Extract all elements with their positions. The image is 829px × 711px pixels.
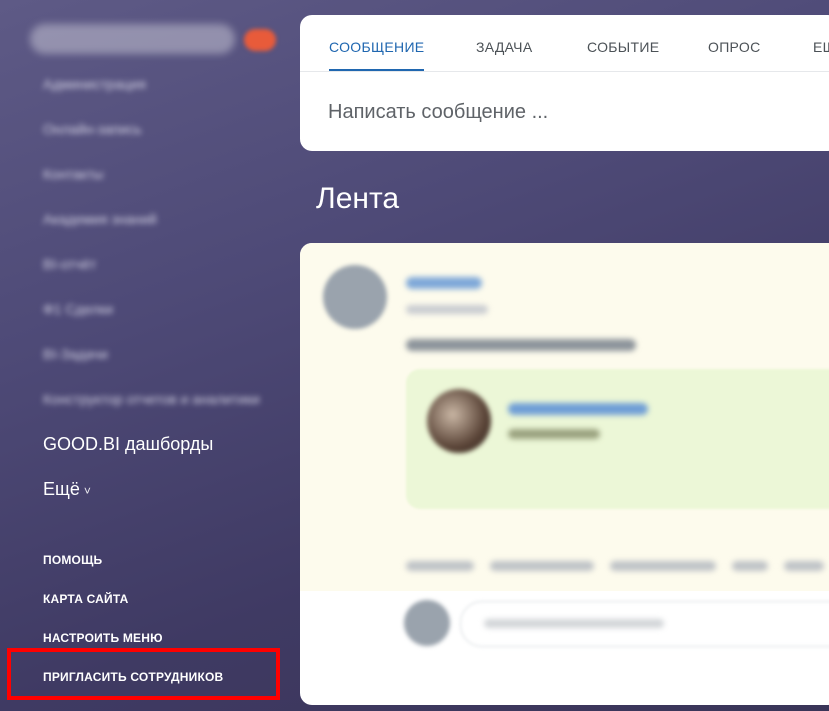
portal-name[interactable]	[30, 24, 235, 54]
like-action[interactable]	[406, 561, 474, 571]
sidebar-item-5[interactable]: BI-отчёт	[43, 256, 96, 272]
sidebar-item-8[interactable]: Конструктор отчетов и аналитики	[43, 391, 260, 407]
sidebar-more-label: Ещё	[43, 479, 80, 499]
tab-task[interactable]: ЗАДАЧА	[476, 39, 532, 55]
employee-photo[interactable]	[427, 389, 491, 453]
employee-name[interactable]	[508, 403, 648, 415]
sidebar-item-goodbi[interactable]: GOOD.BI дашборды	[43, 434, 213, 455]
composer-tabs: СООБЩЕНИЕ ЗАДАЧА СОБЫТИЕ ОПРОС ЕЩ	[300, 15, 829, 72]
more-action[interactable]	[732, 561, 768, 571]
post-date	[406, 305, 488, 314]
help-link[interactable]: ПОМОЩЬ	[43, 553, 102, 567]
configure-menu-link[interactable]: НАСТРОИТЬ МЕНЮ	[43, 631, 163, 645]
sidebar-item-3[interactable]: Контакты	[43, 166, 103, 182]
views-counter	[784, 561, 824, 571]
sidebar-item-2[interactable]: Онлайн-запись	[43, 121, 142, 137]
sidebar-more[interactable]: Ещё ˅	[43, 479, 91, 500]
comment-action[interactable]	[490, 561, 594, 571]
message-input[interactable]: Написать сообщение ...	[328, 101, 548, 124]
post-body	[300, 243, 829, 591]
page-title: Лента	[316, 182, 400, 215]
comment-placeholder	[484, 619, 664, 628]
active-tab-indicator	[329, 69, 424, 71]
highlight-box	[7, 648, 280, 700]
post-composer: СООБЩЕНИЕ ЗАДАЧА СОБЫТИЕ ОПРОС ЕЩ Написа…	[300, 15, 829, 151]
notification-badge	[244, 29, 276, 51]
left-sidebar: Администрация Онлайн-запись Контакты Ака…	[0, 0, 300, 711]
sidebar-item-4[interactable]: Академия знаний	[43, 211, 157, 227]
feed-post	[300, 243, 829, 705]
current-user-avatar	[404, 600, 450, 646]
sidebar-item-7[interactable]: BI-Задачи	[43, 346, 108, 362]
tab-more[interactable]: ЕЩ	[813, 39, 829, 55]
sidebar-item-6[interactable]: Ф1 Сделки	[43, 301, 113, 317]
sitemap-link[interactable]: КАРТА САЙТА	[43, 592, 129, 606]
tab-message[interactable]: СООБЩЕНИЕ	[329, 39, 424, 55]
tab-event[interactable]: СОБЫТИЕ	[587, 39, 659, 55]
employee-subtitle	[508, 429, 600, 439]
follow-action[interactable]	[610, 561, 716, 571]
post-text	[406, 339, 636, 351]
chevron-down-icon: ˅	[83, 484, 91, 498]
sidebar-item-1[interactable]: Администрация	[43, 76, 146, 92]
author-name[interactable]	[406, 277, 482, 289]
tab-poll[interactable]: ОПРОС	[708, 39, 760, 55]
author-avatar[interactable]	[323, 265, 387, 329]
